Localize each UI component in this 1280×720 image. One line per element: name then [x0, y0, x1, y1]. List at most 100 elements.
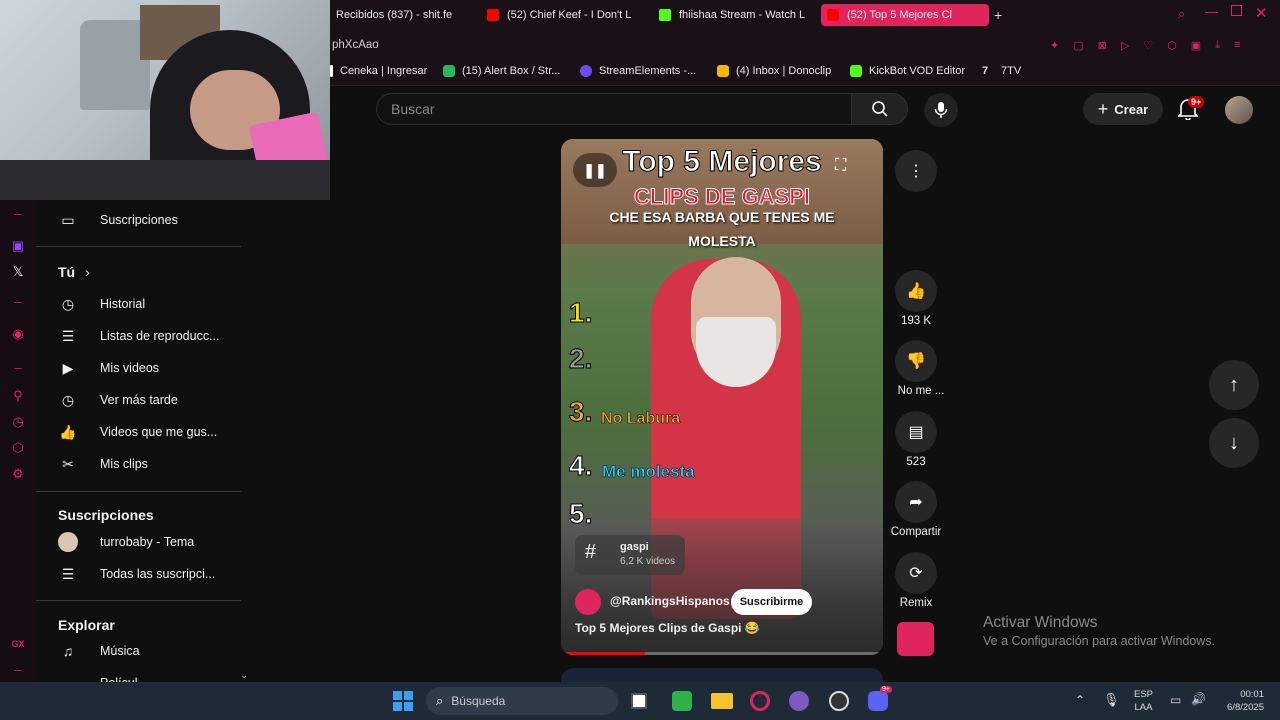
play-icon[interactable]: ▷ — [1121, 39, 1129, 52]
obs-icon[interactable] — [829, 691, 849, 711]
url-text: phXcAao — [332, 39, 379, 51]
opera-gx-icon[interactable] — [750, 691, 770, 711]
start-button[interactable] — [393, 691, 413, 711]
progress-fill — [561, 652, 645, 655]
next-video-button[interactable]: ↓ — [1209, 418, 1259, 468]
twitch-icon[interactable]: ▣ — [10, 238, 26, 254]
yt-sidebar: ▭ Suscripciones Tú › ◷ Historial ☰ Listas … — [36, 200, 254, 691]
wallet-icon[interactable]: ▣ — [1191, 39, 1201, 52]
block-icon[interactable]: ⊠ — [1098, 39, 1107, 52]
remix-button[interactable]: ⟳ — [895, 552, 937, 594]
chevron-down-icon[interactable]: ⌄ — [240, 670, 248, 681]
hashtag-chip[interactable]: # gaspi 6,2 K videos — [575, 535, 685, 575]
network-icon[interactable]: ▭ — [1170, 693, 1181, 707]
sidebar-item-my-videos[interactable]: ▶ Mis videos — [58, 354, 248, 382]
search-input[interactable]: Buscar — [376, 93, 852, 125]
sidebar-item-history[interactable]: ◷ Historial — [58, 290, 248, 318]
bookmark-label: KickBot VOD Editor — [869, 65, 965, 77]
minimize-icon[interactable]: — — [1205, 4, 1218, 19]
sidebar-item-label: Mis videos — [100, 361, 160, 375]
like-button[interactable]: 👍 — [895, 270, 937, 312]
sidebar-item-music[interactable]: ♫ Música — [58, 637, 248, 665]
browser-tab[interactable]: (52) Chief Keef - I Don't L — [487, 4, 637, 26]
create-button[interactable]: + Crear — [1083, 93, 1163, 125]
menu-icon[interactable]: ≡ — [1234, 39, 1240, 52]
player-icon[interactable]: ◉ — [10, 326, 26, 342]
pin-icon[interactable]: ⚲ — [10, 388, 26, 404]
more-options-button[interactable]: ⋮ — [895, 150, 937, 192]
maximize-icon[interactable] — [1231, 5, 1242, 16]
progress-track[interactable] — [561, 652, 883, 655]
next-video-peek[interactable] — [561, 668, 883, 682]
bookmark-label: Ceneka | Ingresar — [340, 65, 428, 77]
bookmark-item[interactable]: (15) Alert Box / Str... — [443, 65, 560, 77]
xbox-icon[interactable] — [672, 691, 692, 711]
short-video-player[interactable]: ❚❚ ⛶ Top 5 Mejores CLIPS DE GASPI CHE ES… — [561, 139, 883, 655]
sidebar-item-clips[interactable]: ✂ Mis clips — [58, 450, 248, 478]
bookmark-item[interactable]: Ceneka | Ingresar — [330, 65, 427, 77]
taskbar-search-placeholder: Búsqueda — [451, 694, 506, 708]
video-caption: CHE ESA BARBA QUE TENES ME MOLESTA — [609, 209, 835, 249]
notifications-button[interactable]: 9+ — [1177, 96, 1205, 125]
extensions-icon[interactable]: ⬡ — [10, 440, 26, 456]
bookmark-item[interactable]: (4) Inbox | Donoclip — [717, 65, 831, 77]
sidebar-item-subscriptions[interactable]: ▭ Suscripciones — [58, 206, 248, 234]
new-tab-icon[interactable]: + — [994, 7, 1002, 23]
share-button[interactable]: ➦ — [895, 481, 937, 523]
sidebar-item-label: Historial — [100, 297, 146, 311]
volume-icon[interactable]: 🔊 — [1191, 692, 1206, 706]
heart-icon[interactable]: ♡ — [1143, 39, 1153, 52]
language-indicator[interactable]: ESP LAA — [1134, 688, 1153, 714]
task-view-icon[interactable] — [631, 693, 647, 709]
previous-video-button[interactable]: ↑ — [1209, 360, 1259, 410]
clock-icon: ◷ — [61, 391, 75, 408]
search-icon[interactable]: ⌕ — [1178, 6, 1185, 22]
tab-label: (52) Chief Keef - I Don't L — [507, 9, 632, 21]
sidebar-item-watch-later[interactable]: ◷ Ver más tarde — [58, 386, 248, 414]
sidebar-item-liked[interactable]: 👍 Videos que me gus... — [58, 418, 248, 446]
chevron-up-icon[interactable]: ⌃ — [1075, 693, 1085, 707]
sound-thumbnail[interactable] — [897, 622, 934, 656]
browser-tab-active[interactable]: (52) Top 5 Mejores Cl — [821, 4, 989, 26]
snapshot-icon[interactable]: ▢ — [1073, 39, 1083, 52]
x-icon[interactable]: 𝕏 — [10, 264, 26, 280]
bookmark-item[interactable]: KickBot VOD Editor — [850, 65, 965, 77]
history-icon[interactable]: ◷ — [10, 414, 26, 430]
file-explorer-icon[interactable] — [711, 693, 733, 709]
avatar[interactable] — [1225, 96, 1253, 124]
mic-icon[interactable]: 🎙 — [1103, 692, 1120, 708]
voice-search-button[interactable] — [924, 93, 958, 127]
short-title: Top 5 Mejores Clips de Gaspi 😂 — [575, 621, 760, 635]
sidebar-item-all-subs[interactable]: ☰ Todas las suscripci... — [58, 560, 248, 588]
channel-avatar[interactable] — [575, 589, 601, 615]
thumbs-up-icon: 👍 — [906, 283, 926, 300]
subscribe-button[interactable]: Suscribirme — [731, 589, 812, 615]
you-heading[interactable]: Tú › — [58, 264, 90, 280]
divider-icon: – — [14, 206, 22, 221]
dislike-button[interactable]: 👎 — [895, 340, 937, 382]
search-button[interactable] — [852, 93, 908, 125]
taskbar-search[interactable]: ⌕ Búsqueda — [426, 687, 618, 715]
sidebar-item-channel[interactable]: turrobaby - Tema — [58, 528, 248, 556]
settings-icon[interactable]: ⚙ — [10, 466, 26, 482]
dislike-label: No me ... — [897, 385, 945, 397]
sidebar-item-playlists[interactable]: ☰ Listas de reproducc... — [58, 322, 248, 350]
app-icon[interactable] — [789, 691, 809, 711]
remix-icon: ⟳ — [909, 565, 923, 582]
tab-label: fhiishaa Stream - Watch L — [679, 9, 806, 21]
browser-tab[interactable]: fhiishaa Stream - Watch L — [659, 4, 809, 26]
download-icon[interactable]: ⤓ — [1215, 39, 1220, 52]
divider-icon: – — [14, 662, 22, 677]
close-icon[interactable]: ✕ — [1255, 4, 1268, 22]
channel-name[interactable]: @RankingsHispanos — [610, 594, 730, 608]
bookmark-item[interactable]: 7 7TV — [982, 65, 1021, 77]
browser-tab[interactable]: Recibidos (837) - shit.fe — [336, 4, 468, 26]
windows-taskbar: ⌕ Búsqueda 9+ ⌃ 🎙 ESP LAA ▭ 🔊 00:01 6/8/… — [0, 682, 1280, 720]
extensions-icon[interactable]: ⬡ — [1167, 39, 1177, 52]
discord-icon[interactable]: 9+ — [868, 686, 892, 711]
bookmark-item[interactable]: StreamElements -... — [580, 65, 696, 77]
comments-button[interactable]: ▤ — [895, 411, 937, 453]
clock[interactable]: 00:01 6/8/2025 — [1222, 688, 1264, 714]
pin-icon[interactable]: ✦ — [1050, 39, 1059, 52]
thumbs-up-icon: 👍 — [59, 423, 77, 440]
